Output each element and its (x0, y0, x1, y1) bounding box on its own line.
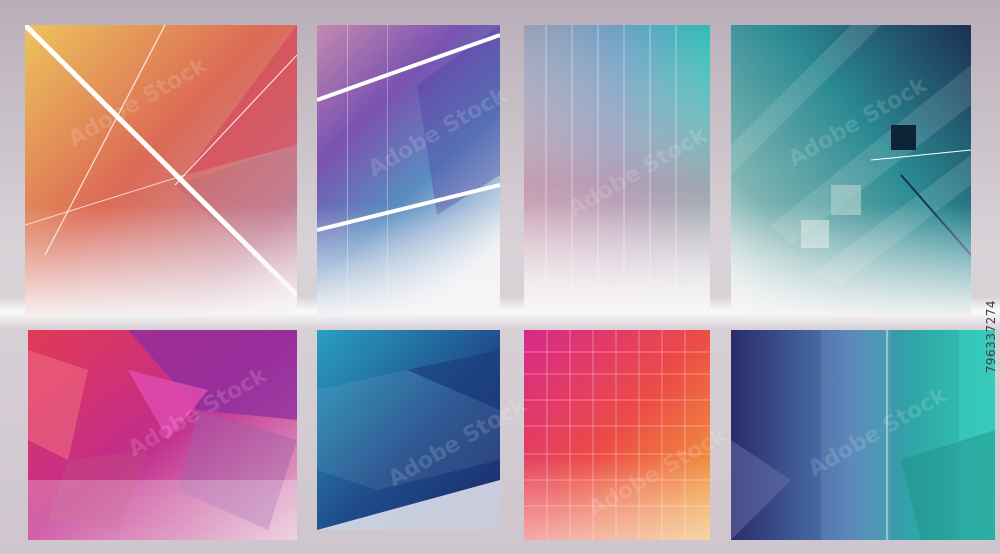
stock-id-label: 796337274 (984, 300, 998, 374)
tile-magenta-polygons (28, 330, 297, 540)
tile-purple-blue-lines (317, 25, 500, 315)
tile-pastel-vertical-stripes (524, 25, 710, 315)
tile-blue-navy-polygons (317, 330, 500, 530)
tile-indigo-teal-panels (731, 330, 995, 540)
tile-warm-triangle-lines (25, 25, 297, 315)
tile-teal-diagonal-blocks (731, 25, 971, 315)
tile-pink-orange-grid (524, 330, 710, 540)
